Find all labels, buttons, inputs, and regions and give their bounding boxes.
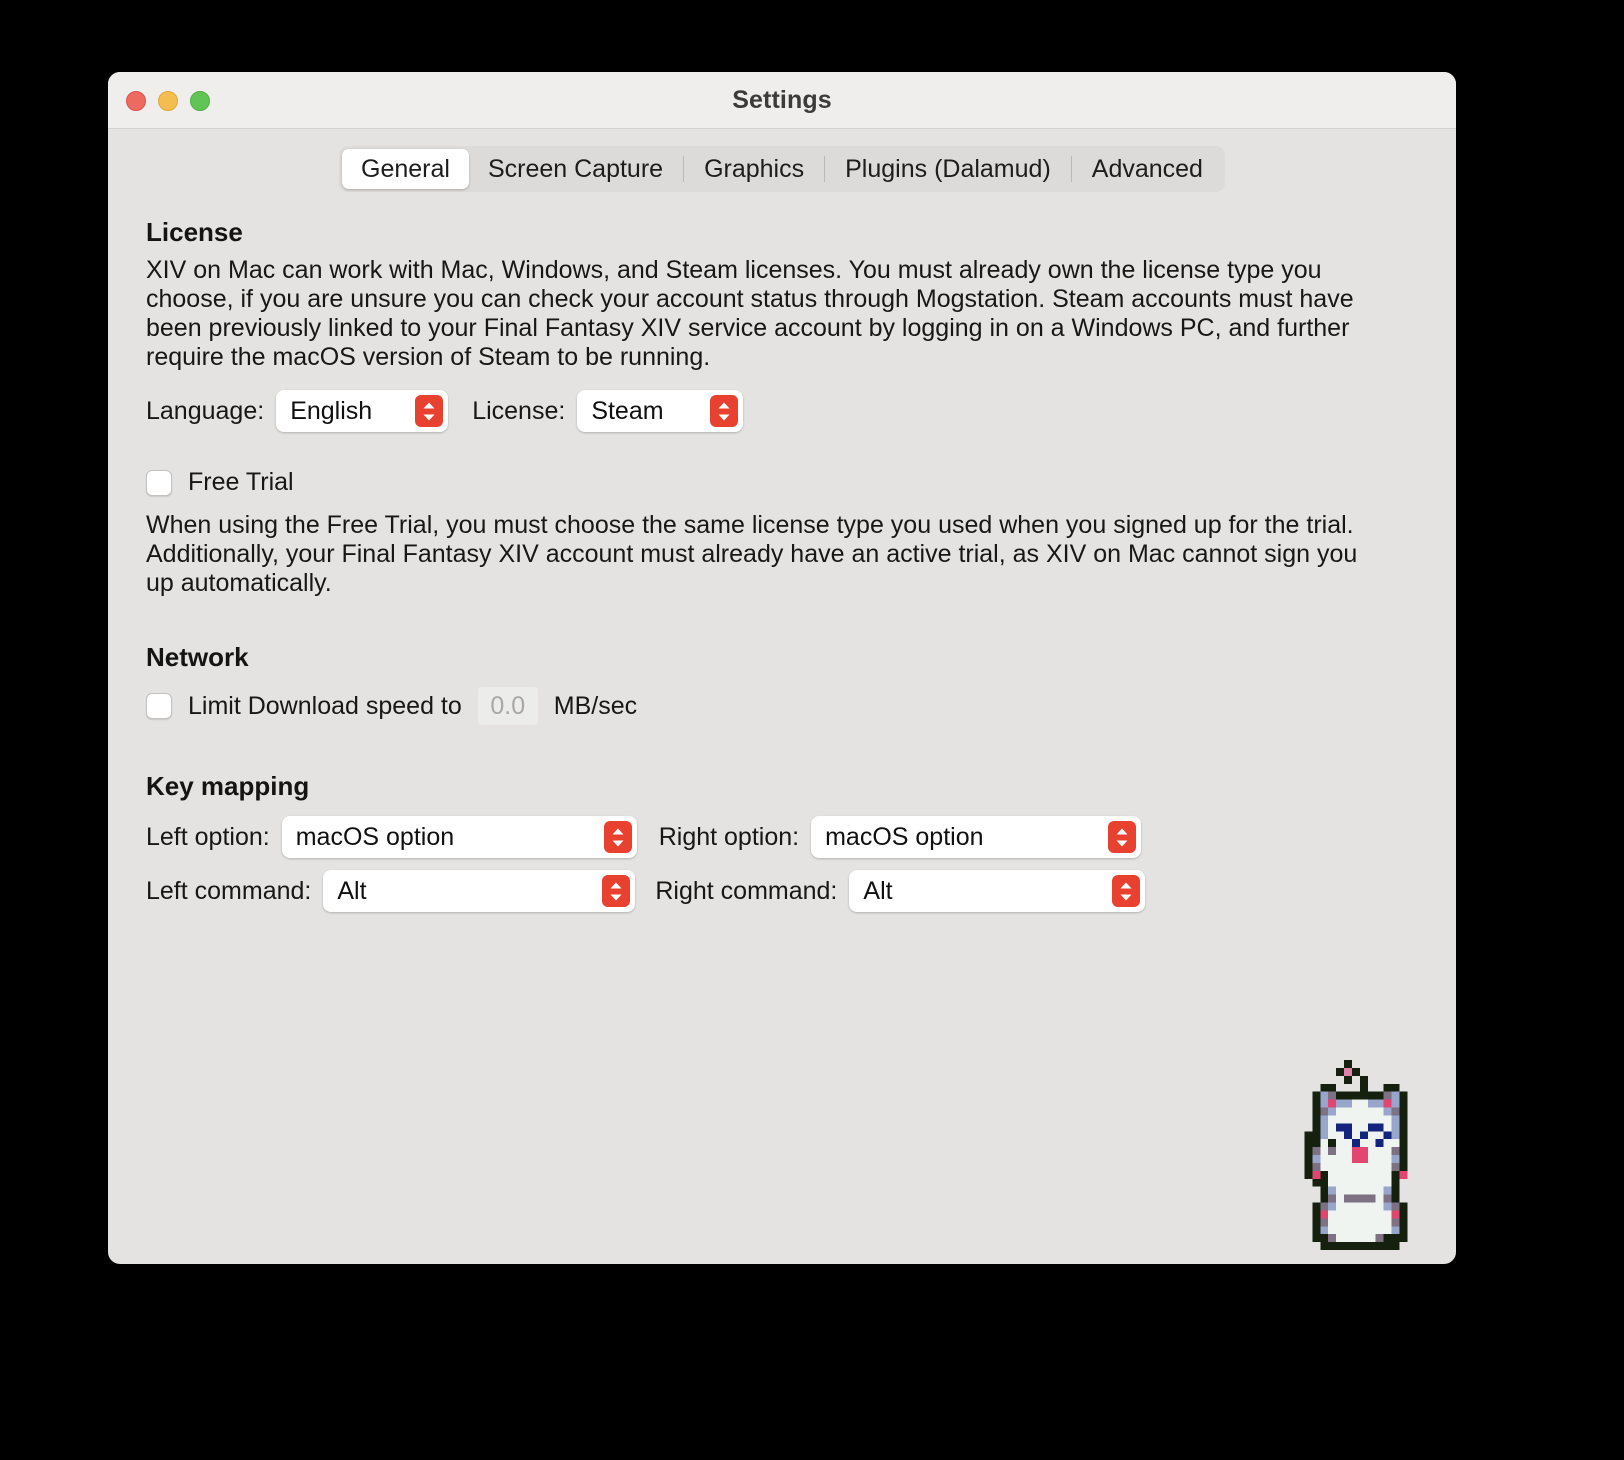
moogle-sprite: [1304, 1060, 1408, 1250]
download-speed-input[interactable]: 0.0: [477, 687, 538, 725]
left-option-select[interactable]: macOS option: [281, 816, 637, 858]
tab-plugins-dalamud[interactable]: Plugins (Dalamud): [826, 149, 1070, 189]
settings-content: License XIV on Mac can work with Mac, Wi…: [108, 203, 1456, 912]
free-trial-description: When using the Free Trial, you must choo…: [146, 511, 1358, 597]
language-label: Language:: [146, 396, 265, 425]
license-select-value: Steam: [591, 396, 664, 425]
tab-separator: [683, 156, 685, 182]
left-command-label: Left command:: [146, 876, 312, 905]
free-trial-checkbox[interactable]: [146, 469, 172, 496]
chevron-updown-icon: [710, 395, 739, 427]
right-option-select[interactable]: macOS option: [811, 816, 1142, 858]
right-command-label: Right command:: [655, 876, 838, 905]
window-title: Settings: [732, 86, 832, 114]
chevron-updown-icon: [603, 821, 632, 853]
left-option-select-value: macOS option: [295, 822, 455, 851]
key-mapping-section-heading: Key mapping: [146, 771, 310, 801]
chevron-updown-icon: [1108, 821, 1137, 853]
limit-download-checkbox[interactable]: [146, 693, 172, 719]
right-option-label: Right option:: [658, 822, 800, 851]
language-select[interactable]: English: [276, 390, 449, 432]
language-select-value: English: [290, 396, 373, 425]
free-trial-label: Free Trial: [188, 468, 294, 496]
right-command-select-value: Alt: [863, 876, 893, 905]
download-speed-unit: MB/sec: [553, 691, 638, 720]
tab-bar-zone: General Screen Capture Graphics Plugins …: [108, 129, 1456, 203]
license-controls-row: Language: English License: Steam: [146, 390, 1412, 432]
left-option-label: Left option:: [146, 822, 270, 851]
command-mapping-row: Left command: Alt Right command: Alt: [146, 870, 1412, 912]
left-command-select[interactable]: Alt: [323, 870, 636, 912]
license-section-heading: License: [146, 217, 243, 247]
free-trial-row[interactable]: Free Trial: [146, 468, 1412, 497]
tab-separator: [1070, 156, 1072, 182]
right-option-select-value: macOS option: [825, 822, 984, 851]
chevron-updown-icon: [415, 395, 444, 427]
license-select[interactable]: Steam: [577, 390, 744, 432]
settings-window: Settings General Screen Capture Graphics…: [108, 72, 1456, 1264]
chevron-updown-icon: [602, 875, 631, 907]
tab-screen-capture[interactable]: Screen Capture: [469, 149, 682, 189]
option-mapping-row: Left option: macOS option Right option: …: [146, 816, 1412, 858]
download-limit-row: Limit Download speed to 0.0 MB/sec: [146, 687, 1412, 725]
tab-general[interactable]: General: [342, 149, 469, 189]
tab-separator: [824, 156, 826, 182]
limit-download-label: Limit Download speed to: [188, 691, 462, 720]
left-command-select-value: Alt: [337, 876, 367, 905]
network-section-heading: Network: [146, 642, 249, 672]
right-command-select[interactable]: Alt: [849, 870, 1146, 912]
tab-graphics[interactable]: Graphics: [685, 149, 823, 189]
tab-bar: General Screen Capture Graphics Plugins …: [339, 146, 1225, 192]
window-titlebar: Settings: [108, 72, 1456, 129]
tab-advanced[interactable]: Advanced: [1073, 149, 1222, 189]
license-label: License:: [472, 396, 566, 425]
license-description: XIV on Mac can work with Mac, Windows, a…: [146, 256, 1354, 371]
chevron-updown-icon: [1112, 875, 1141, 907]
